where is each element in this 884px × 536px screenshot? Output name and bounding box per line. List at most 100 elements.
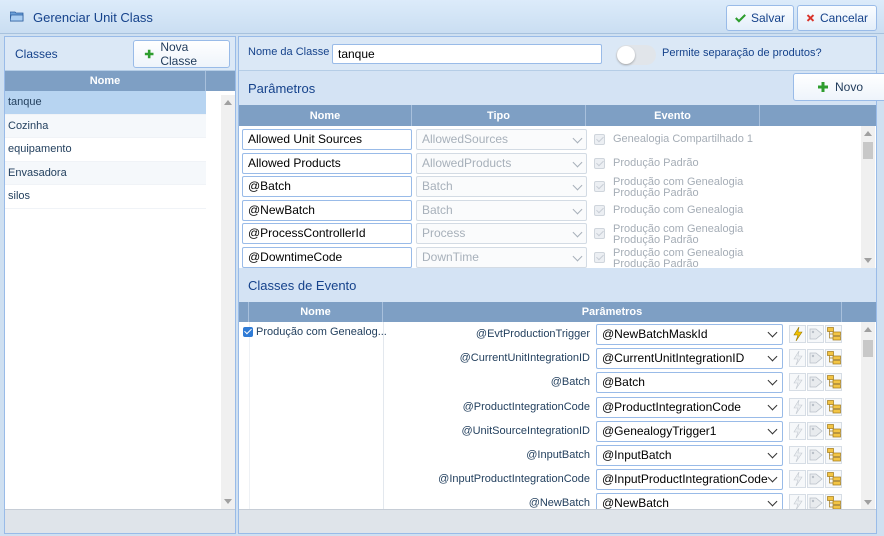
lightning-icon[interactable]: [789, 446, 806, 464]
lightning-icon[interactable]: [789, 397, 806, 416]
class-name-input[interactable]: [332, 44, 602, 64]
chevron-down-icon: [767, 351, 778, 362]
list-item[interactable]: tanque: [5, 91, 206, 115]
parameter-type-select: Batch: [416, 199, 587, 221]
scroll-up-icon[interactable]: [864, 131, 872, 136]
scrollbar-thumb[interactable]: [863, 142, 873, 159]
hierarchy-icon[interactable]: [825, 349, 842, 368]
hierarchy-icon[interactable]: [825, 373, 842, 392]
event-parameter-select[interactable]: @GenealogyTrigger1: [596, 420, 783, 442]
product-separation-toggle[interactable]: [616, 45, 656, 65]
event-parameter-select[interactable]: @ProductIntegrationCode: [596, 396, 783, 418]
column-header-nome[interactable]: Nome: [249, 302, 383, 322]
tag-icon[interactable]: [807, 373, 824, 392]
lightning-icon[interactable]: [789, 349, 806, 368]
parameter-name-field[interactable]: @Batch: [242, 176, 412, 197]
table-row: Allowed Products AllowedProducts Produçã…: [239, 152, 860, 176]
new-parameter-label: Novo: [834, 80, 863, 94]
hierarchy-icon[interactable]: [825, 470, 842, 489]
scroll-up-icon[interactable]: [864, 327, 872, 332]
chevron-down-icon: [572, 157, 583, 167]
hierarchy-icon[interactable]: [825, 421, 842, 440]
event-parameter-select[interactable]: @InputProductIntegrationCode: [596, 469, 783, 491]
cancel-button[interactable]: Cancelar: [797, 5, 877, 31]
list-item[interactable]: silos: [5, 185, 206, 209]
tag-icon[interactable]: [807, 470, 824, 489]
folder-icon: [10, 11, 24, 22]
event-parameter-select[interactable]: @Batch: [596, 372, 783, 394]
scroll-down-icon[interactable]: [224, 499, 232, 504]
column-header-parametros[interactable]: Parâmetros: [383, 302, 842, 322]
hierarchy-icon[interactable]: [825, 325, 842, 343]
lightning-icon[interactable]: [789, 470, 806, 489]
list-item-label: Envasadora: [8, 166, 67, 179]
column-header-evento[interactable]: Evento: [586, 105, 760, 126]
table-row: @NewBatch Batch Produção com Genealogia: [239, 199, 860, 223]
save-button[interactable]: Salvar: [726, 5, 794, 31]
event-line: Produção com Genealogia: [613, 203, 744, 216]
list-item[interactable]: Envasadora: [5, 161, 206, 185]
parameter-name-field[interactable]: @ProcessControllerId: [242, 223, 412, 244]
parameter-name-field[interactable]: Allowed Unit Sources: [242, 129, 412, 150]
tag-icon[interactable]: [807, 349, 824, 368]
scroll-up-icon[interactable]: [224, 100, 232, 105]
event-parameter-label: @EvtProductionTrigger: [475, 328, 590, 340]
window-title: Gerenciar Unit Class: [33, 10, 153, 25]
tag-icon[interactable]: [807, 325, 824, 343]
table-row: @ProductIntegrationCode @ProductIntegrati…: [239, 396, 860, 420]
parameter-event-label: Produção Padrão: [613, 157, 761, 169]
new-class-button[interactable]: Nova Classe: [133, 40, 230, 68]
event-parameter-label: @InputProductIntegrationCode: [438, 473, 590, 486]
lightning-icon[interactable]: [789, 325, 806, 343]
chevron-down-icon: [767, 400, 778, 411]
parameter-type-select: AllowedSources: [416, 129, 587, 150]
event-parameter-select[interactable]: @InputBatch: [596, 445, 783, 466]
scrollbar-thumb[interactable]: [863, 340, 873, 357]
column-header-nome[interactable]: Nome: [239, 105, 412, 126]
event-parameter-select[interactable]: @CurrentUnitIntegrationID: [596, 348, 783, 370]
table-row: @InputBatch @InputBatch: [239, 444, 860, 468]
close-icon: [806, 14, 815, 22]
event-parameter-actions: [789, 349, 842, 368]
tag-icon[interactable]: [807, 421, 824, 440]
table-row: @ProcessControllerId Process Produção co…: [239, 222, 860, 246]
scroll-down-icon[interactable]: [864, 500, 872, 505]
classes-header: Classes: [15, 47, 58, 61]
event-line: Genealogia Compartilhado 1: [613, 133, 754, 145]
parameter-name-field[interactable]: @NewBatch: [242, 199, 412, 221]
parameter-type-select: Process: [416, 223, 587, 244]
hierarchy-icon[interactable]: [825, 446, 842, 464]
event-parameter-select[interactable]: @NewBatchMaskId: [596, 324, 783, 345]
parameter-event-checkbox: [594, 181, 605, 192]
parameter-name-field[interactable]: Allowed Products: [242, 152, 412, 174]
details-footer: [239, 509, 876, 533]
parameters-scrollbar[interactable]: [861, 126, 875, 268]
chevron-down-icon: [767, 496, 778, 507]
event-classes-title: Classes de Evento: [248, 278, 357, 293]
hierarchy-icon[interactable]: [825, 397, 842, 416]
tag-icon[interactable]: [807, 446, 824, 464]
list-item[interactable]: Cozinha: [5, 114, 206, 138]
column-header-tipo[interactable]: Tipo: [412, 105, 586, 126]
table-row: @CurrentUnitIntegrationID @CurrentUnitInt…: [239, 347, 860, 371]
column-header-check: [239, 302, 249, 322]
toggle-knob: [617, 46, 635, 64]
scroll-down-icon[interactable]: [864, 258, 872, 263]
chevron-down-icon: [572, 251, 583, 261]
tag-icon[interactable]: [807, 397, 824, 416]
event-parameter-label: @InputBatch: [526, 449, 590, 461]
column-header-nome[interactable]: Nome: [5, 71, 206, 91]
list-item[interactable]: equipamento: [5, 138, 206, 162]
event-classes-grid: Nome Parâmetros Produção com Genealog...…: [239, 302, 876, 515]
event-parameter-value: @ProductIntegrationCode: [602, 399, 741, 414]
table-row: @EvtProductionTrigger @NewBatchMaskId: [239, 323, 860, 347]
lightning-icon[interactable]: [789, 373, 806, 392]
parameter-name-field[interactable]: @DowntimeCode: [242, 246, 412, 268]
new-parameter-button[interactable]: Novo: [793, 73, 884, 101]
lightning-icon[interactable]: [789, 421, 806, 440]
event-classes-scrollbar[interactable]: [861, 322, 875, 510]
chevron-down-icon: [767, 424, 778, 435]
classes-scrollbar[interactable]: [221, 95, 235, 509]
event-parameter-value: @CurrentUnitIntegrationID: [602, 351, 745, 366]
table-row: @Batch @Batch: [239, 371, 860, 395]
